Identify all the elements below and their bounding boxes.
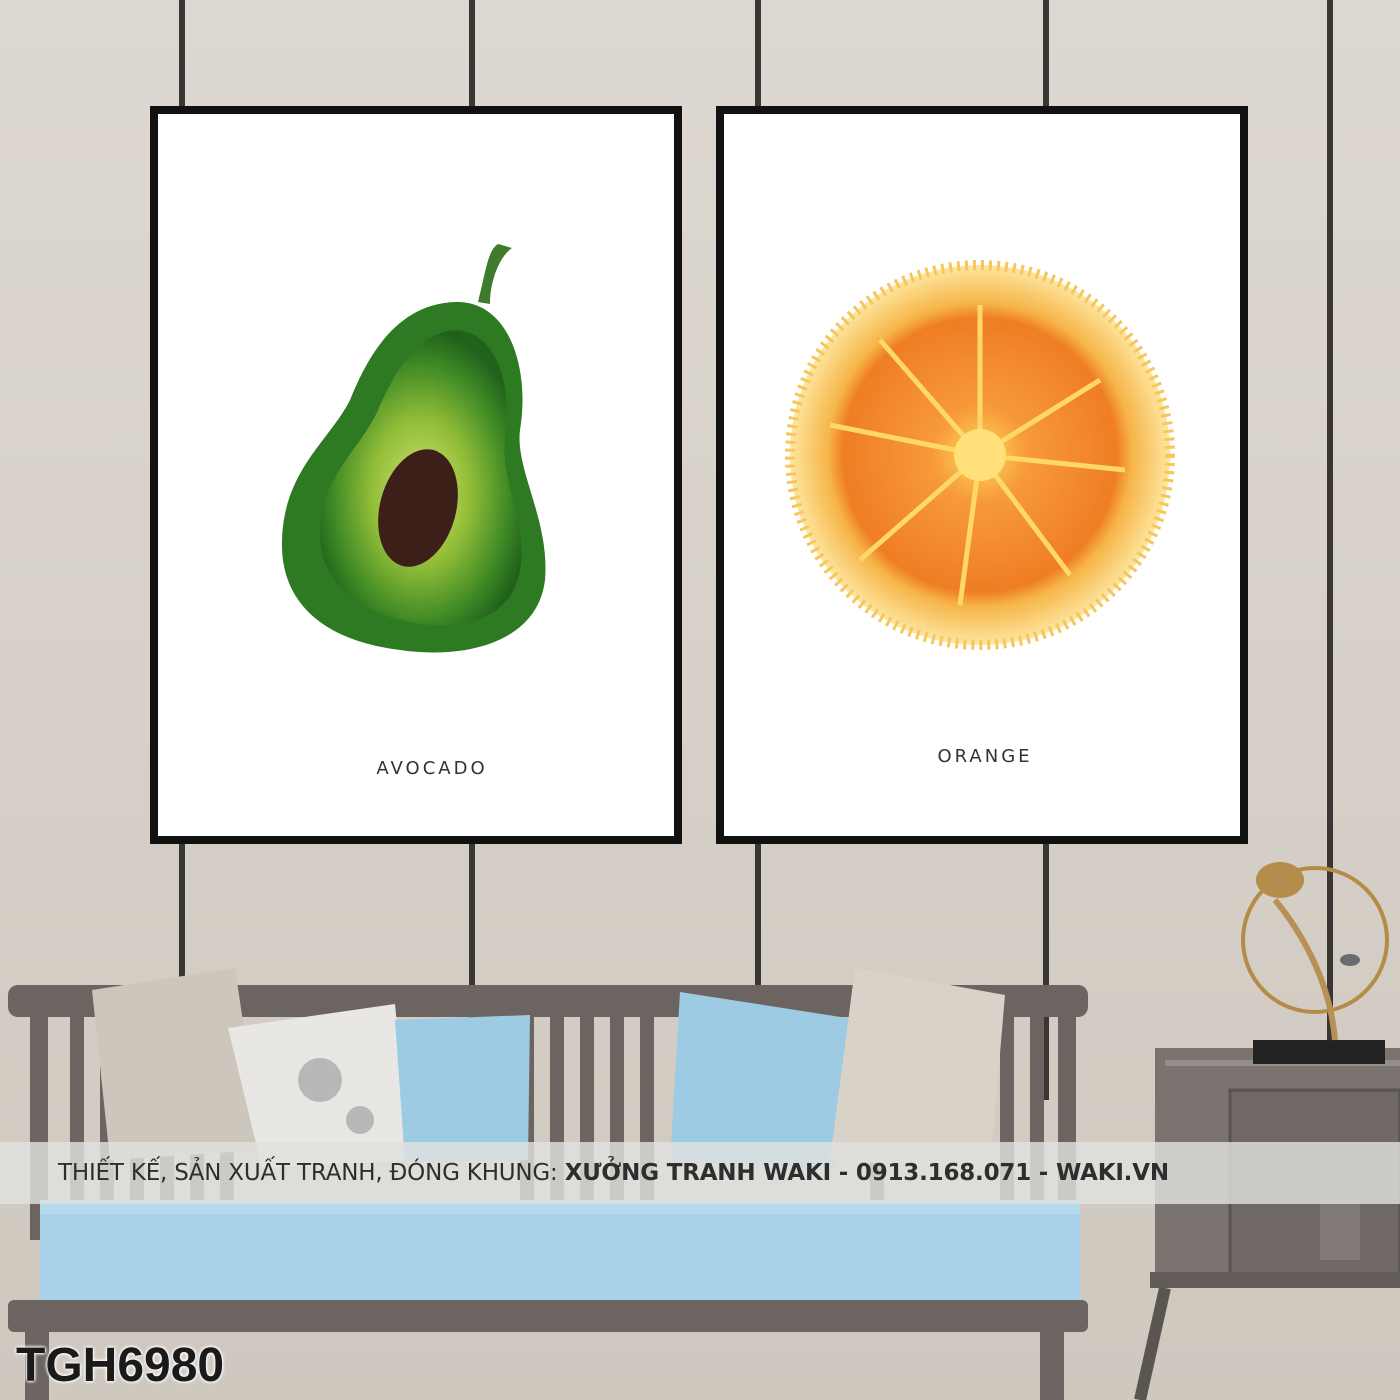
avocado-label: AVOCADO: [376, 758, 487, 779]
orange-illustration: [785, 260, 1175, 650]
product-code: TGH6980: [16, 1339, 225, 1392]
orange-label: ORANGE: [937, 746, 1032, 767]
watermark-text: THIẾT KẾ, SẢN XUẤT TRANH, ĐÓNG KHUNG: XƯ…: [58, 1160, 1169, 1186]
watermark-brand: XƯỞNG TRANH WAKI - 0913.168.071 - WAKI.V…: [564, 1160, 1169, 1186]
watermark-prefix: THIẾT KẾ, SẢN XUẤT TRANH, ĐÓNG KHUNG:: [58, 1160, 558, 1186]
